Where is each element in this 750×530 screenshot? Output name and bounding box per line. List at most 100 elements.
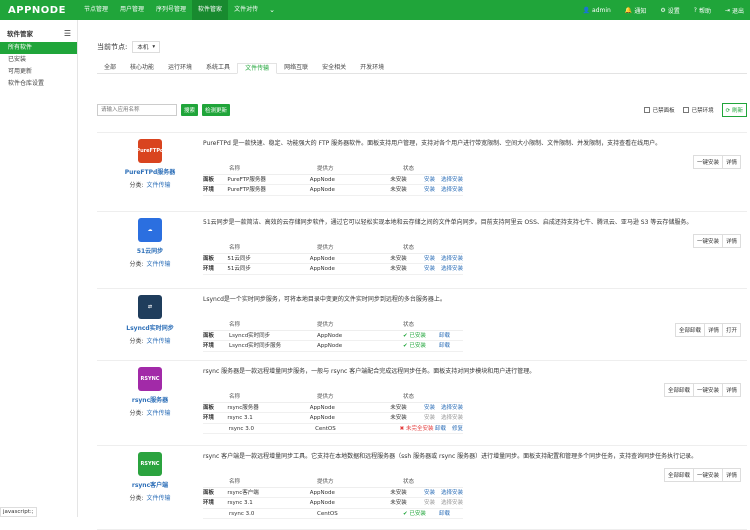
app-description: 51云同步是一款简洁、高效的云存储同步软件，通过它可以轻松实现本地和云存储之间的… [203, 218, 741, 227]
search-input[interactable] [97, 104, 177, 116]
row-action-link[interactable]: 安装 [424, 403, 435, 413]
row-action-link[interactable]: 修复 [452, 424, 463, 434]
app-category: 分类:文件传输 [129, 493, 170, 502]
sidebar-item[interactable]: 所有软件 [0, 42, 77, 54]
menu-toggle-icon[interactable]: ☰ [64, 29, 71, 38]
app-name-link[interactable]: rsync客户端 [132, 480, 168, 489]
row-action-link[interactable]: 安装 [424, 254, 435, 264]
app-action-button[interactable]: 全部卸载 [665, 469, 693, 481]
app-name-link[interactable]: Lsyncd实时同步 [126, 323, 173, 332]
tab-item[interactable]: 安全相关 [315, 63, 353, 74]
version-row: 面板Lsyncd实时同步AppNode✔ 已安装卸载 [203, 331, 463, 342]
app-action-button[interactable]: 详情 [704, 324, 722, 336]
search-button[interactable]: 搜索 [181, 104, 198, 116]
status-badge: 未安装 [390, 498, 424, 508]
top-nav-item[interactable]: 序列号管理 [150, 0, 192, 20]
app-card: ⇄Lsyncd实时同步分类:文件传输Lsyncd是一个实时同步服务，可将本地目录… [97, 289, 747, 361]
settings-button[interactable]: ⚙设置 [660, 6, 679, 15]
version-table: 名称提供方状态面板Lsyncd实时同步AppNode✔ 已安装卸载环境Lsync… [203, 320, 463, 352]
row-action-link[interactable]: 卸载 [439, 331, 450, 341]
gear-icon: ⚙ [660, 7, 665, 14]
app-logo-icon: ☁ [138, 218, 162, 242]
row-action-link[interactable]: 选择安装 [441, 403, 463, 413]
bell-icon: 🔔 [625, 7, 632, 14]
main-content: 当前节点: 本机 ▾ 全部核心功能运行环境系统工具文件传输网络互联安全相关开发环… [78, 20, 750, 517]
row-action-link[interactable]: 选择安装 [441, 413, 463, 423]
app-action-button[interactable]: 一键安装 [693, 384, 722, 396]
category-tabs: 全部核心功能运行环境系统工具文件传输网络互联安全相关开发环境 [97, 63, 747, 74]
top-right-menu: 👤admin 🔔通知 ⚙设置 ?帮助 ⇥退出 [569, 6, 750, 15]
tab-item[interactable]: 文件传输 [237, 63, 277, 74]
hide-panel-checkbox[interactable]: 已禁面板 [644, 106, 675, 114]
row-action-link[interactable]: 安装 [424, 498, 435, 508]
category-link[interactable]: 文件传输 [147, 261, 171, 268]
top-nav-item[interactable]: 用户管理 [114, 0, 150, 20]
app-description: rsync 服务器是一款远程增量同步服务，一般与 rsync 客户端配合完成远程… [203, 367, 741, 376]
app-action-button[interactable]: 一键安装 [693, 469, 722, 481]
row-action-link[interactable]: 选择安装 [441, 264, 463, 274]
version-table: 名称提供方状态面板51云同步AppNode未安装安装选择安装环境51云同步App… [203, 243, 463, 275]
help-button[interactable]: ?帮助 [694, 6, 711, 15]
refresh-button[interactable]: ⟳ 刷新 [722, 103, 747, 117]
row-action-link[interactable]: 选择安装 [441, 175, 463, 185]
notify-button[interactable]: 🔔通知 [625, 6, 647, 15]
hide-env-checkbox[interactable]: 已禁环境 [683, 106, 714, 114]
tab-item[interactable]: 开发环境 [353, 63, 391, 74]
row-action-link[interactable]: 安装 [424, 175, 435, 185]
row-action-link[interactable]: 选择安装 [441, 185, 463, 195]
app-action-button[interactable]: 详情 [722, 384, 740, 396]
row-action-link[interactable]: 安装 [424, 185, 435, 195]
app-logo-icon: RSYNC [138, 452, 162, 476]
tab-item[interactable]: 核心功能 [123, 63, 161, 74]
user-menu[interactable]: 👤admin [583, 6, 611, 15]
node-label: 当前节点: [97, 42, 127, 52]
row-action-link[interactable]: 选择安装 [441, 498, 463, 508]
row-action-link[interactable]: 安装 [424, 264, 435, 274]
row-action-link[interactable]: 卸载 [435, 424, 446, 434]
node-select[interactable]: 本机 ▾ [132, 41, 160, 53]
category-link[interactable]: 文件传输 [147, 338, 171, 345]
app-action-button[interactable]: 详情 [722, 156, 740, 168]
row-action-link[interactable]: 安装 [424, 488, 435, 498]
status-bar-tooltip: javascript:; [0, 507, 37, 517]
app-action-button[interactable]: 全部卸载 [665, 384, 693, 396]
category-link[interactable]: 文件传输 [147, 182, 171, 189]
top-nav-item[interactable]: 软件管家 [192, 0, 228, 20]
row-action-link[interactable]: 选择安装 [441, 488, 463, 498]
sidebar-item[interactable]: 软件仓库设置 [0, 78, 77, 90]
top-nav-item[interactable]: 文件对传 [228, 0, 264, 20]
app-logo-icon: PureFTPd [138, 139, 162, 163]
logout-button[interactable]: ⇥退出 [725, 6, 744, 15]
tab-item[interactable]: 全部 [97, 63, 123, 74]
top-nav: 节点管理用户管理序列号管理软件管家文件对传 [78, 0, 264, 20]
app-action-button[interactable]: 打开 [722, 324, 740, 336]
sidebar-item[interactable]: 可用更新 [0, 66, 77, 78]
tab-item[interactable]: 系统工具 [199, 63, 237, 74]
app-name-link[interactable]: 51云同步 [137, 246, 163, 255]
app-action-button[interactable]: 全部卸载 [676, 324, 704, 336]
version-table-header: 名称提供方状态 [203, 392, 463, 403]
app-name-link[interactable]: rsync服务器 [132, 395, 168, 404]
app-action-button[interactable]: 详情 [722, 235, 740, 247]
check-update-button[interactable]: 检测更新 [202, 104, 230, 116]
status-badge: 未安装 [390, 175, 424, 185]
sidebar: 软件管家 ☰ 所有软件已安装可用更新软件仓库设置 [0, 20, 78, 517]
row-action-link[interactable]: 卸载 [439, 341, 450, 351]
sidebar-item[interactable]: 已安装 [0, 54, 77, 66]
app-name-link[interactable]: PureFTPd服务器 [125, 167, 176, 176]
row-action-link[interactable]: 选择安装 [441, 254, 463, 264]
top-nav-item[interactable]: 节点管理 [78, 0, 114, 20]
app-right: 51云同步是一款简洁、高效的云存储同步软件，通过它可以轻松实现本地和云存储之间的… [203, 212, 747, 288]
app-left: ⇄Lsyncd实时同步分类:文件传输 [97, 289, 203, 360]
app-action-button[interactable]: 详情 [722, 469, 740, 481]
app-actions: 一键安装详情 [693, 234, 741, 248]
tab-item[interactable]: 网络互联 [277, 63, 315, 74]
chevron-down-icon[interactable]: ⌄ [264, 6, 280, 14]
category-link[interactable]: 文件传输 [147, 410, 171, 417]
app-logo[interactable]: APPNODE [0, 5, 78, 16]
app-action-button[interactable]: 一键安装 [694, 156, 722, 168]
app-action-button[interactable]: 一键安装 [694, 235, 722, 247]
tab-item[interactable]: 运行环境 [161, 63, 199, 74]
row-action-link[interactable]: 安装 [424, 413, 435, 423]
category-link[interactable]: 文件传输 [147, 495, 171, 502]
